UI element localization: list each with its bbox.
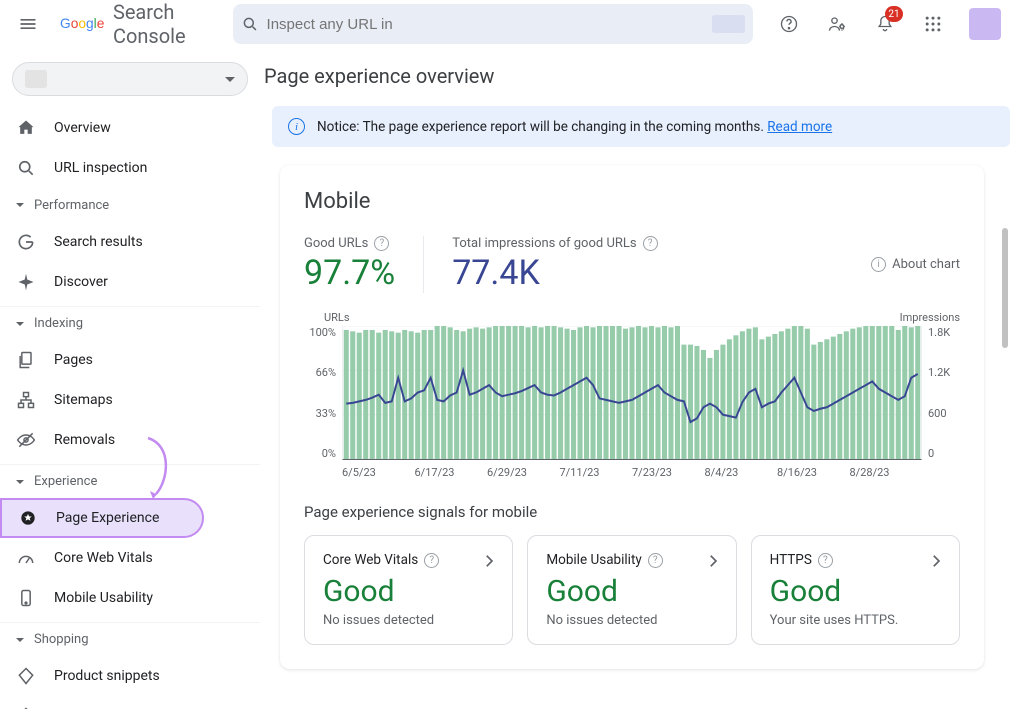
nav-label: Discover — [54, 274, 108, 290]
nav-label: Mobile Usability — [54, 590, 153, 606]
nav-overview[interactable]: Overview — [0, 108, 236, 148]
nav-product-snippets[interactable]: Product snippets — [0, 656, 236, 696]
signals-heading: Page experience signals for mobile — [304, 503, 960, 521]
nav-search-results[interactable]: Search results — [0, 222, 236, 262]
sitemap-icon — [16, 390, 36, 410]
signal-card-mobile-usability[interactable]: Mobile Usability? Good No issues detecte… — [527, 535, 736, 645]
chevron-right-icon — [927, 552, 945, 574]
y-axis-right: 1.8K1.2K6000 — [922, 326, 960, 460]
svg-text:Google: Google — [60, 16, 105, 31]
notif-badge: 21 — [885, 6, 902, 22]
mobile-experience-card: Mobile Good URLs? 97.7% Total impression… — [280, 165, 984, 669]
diamond-icon — [16, 666, 36, 686]
nav-label: Pages — [54, 352, 93, 368]
home-icon — [16, 118, 36, 138]
signal-subtext: No issues detected — [323, 613, 494, 628]
nav-pages[interactable]: Pages — [0, 340, 236, 380]
nav-label: Product snippets — [54, 668, 160, 684]
stat-good-urls: Good URLs? 97.7% — [304, 236, 424, 293]
good-urls-value: 97.7% — [304, 253, 395, 293]
y-left-label: URLs — [304, 311, 350, 324]
y-right-label: Impressions — [900, 311, 960, 324]
page-title: Page experience overview — [264, 64, 1010, 88]
section-shopping[interactable]: Shopping — [0, 622, 260, 656]
notice-text: Notice: The page experience report will … — [317, 119, 767, 135]
users-settings-icon[interactable] — [817, 4, 857, 44]
info-icon: i — [288, 118, 305, 135]
y-axis-left: 100%66%33%0% — [304, 326, 342, 460]
chevron-down-icon — [16, 203, 24, 207]
notice-read-more-link[interactable]: Read more — [767, 119, 832, 135]
pages-icon — [16, 350, 36, 370]
search-icon — [16, 158, 36, 178]
chart-canvas — [342, 326, 922, 460]
notifications-icon[interactable]: 21 — [865, 4, 905, 44]
app-name: Search Console — [113, 0, 209, 48]
signal-card-core-web-vitals[interactable]: Core Web Vitals? Good No issues detected — [304, 535, 513, 645]
apps-grid-icon[interactable] — [913, 4, 953, 44]
property-selector[interactable] — [12, 62, 248, 96]
signal-status: Good — [546, 574, 717, 609]
stat-impressions: Total impressions of good URLs? 77.4K — [452, 236, 685, 293]
chevron-down-icon — [16, 480, 24, 484]
scrollbar[interactable] — [1002, 48, 1008, 709]
info-icon: i — [871, 257, 886, 272]
speed-icon — [16, 548, 36, 568]
nav-label: Core Web Vitals — [54, 550, 153, 566]
nav-core-web-vitals[interactable]: Core Web Vitals — [0, 538, 236, 578]
chevron-down-icon — [16, 638, 24, 642]
signal-status: Good — [770, 574, 941, 609]
notice-banner: i Notice: The page experience report wil… — [272, 106, 1010, 147]
nav-discover[interactable]: Discover — [0, 262, 236, 302]
help-icon[interactable]: ? — [424, 553, 439, 568]
help-icon[interactable]: ? — [374, 236, 389, 251]
chevron-right-icon — [704, 552, 722, 574]
nav-mobile-usability[interactable]: Mobile Usability — [0, 578, 236, 618]
g-icon — [16, 232, 36, 252]
nav-merchant-listings[interactable]: Merchant listings — [0, 696, 236, 709]
app-logo[interactable]: Google Search Console — [60, 0, 209, 48]
nav-label: Removals — [54, 432, 115, 448]
nav-sitemaps[interactable]: Sitemaps — [0, 380, 236, 420]
signal-subtext: Your site uses HTTPS. — [770, 613, 941, 628]
search-icon — [241, 14, 259, 34]
medal-icon — [18, 508, 38, 528]
menu-icon[interactable] — [8, 4, 48, 44]
mobile-icon — [16, 588, 36, 608]
signal-subtext: No issues detected — [546, 613, 717, 628]
about-chart-link[interactable]: i About chart — [871, 257, 960, 272]
account-avatar[interactable] — [969, 8, 1001, 40]
nav-removals[interactable]: Removals — [0, 420, 236, 460]
nav-label: Overview — [54, 120, 111, 136]
section-performance[interactable]: Performance — [0, 188, 260, 222]
property-thumb — [25, 70, 47, 88]
nav-url-inspection[interactable]: URL inspection — [0, 148, 236, 188]
url-inspection-search[interactable] — [233, 4, 753, 44]
chevron-right-icon — [480, 552, 498, 574]
help-icon[interactable]: ? — [648, 553, 663, 568]
help-icon[interactable] — [769, 4, 809, 44]
search-domain-chip — [712, 15, 744, 33]
card-title: Mobile — [304, 189, 960, 214]
nav-page-experience[interactable]: Page Experience — [0, 498, 204, 538]
signal-status: Good — [323, 574, 494, 609]
scroll-thumb[interactable] — [1002, 228, 1008, 348]
help-icon[interactable]: ? — [643, 236, 658, 251]
google-logo-icon: Google — [60, 12, 111, 36]
impressions-value: 77.4K — [452, 253, 657, 293]
chart: URLs Impressions 100%66%33%0% 1.8K1.2K60… — [304, 311, 960, 479]
nav-label: URL inspection — [54, 160, 147, 176]
x-axis: 6/5/236/17/236/29/237/11/237/23/238/4/23… — [304, 460, 960, 479]
nav-label: Search results — [54, 234, 143, 250]
signal-card-https[interactable]: HTTPS? Good Your site uses HTTPS. — [751, 535, 960, 645]
nav-label: Sitemaps — [54, 392, 113, 408]
spark-icon — [16, 272, 36, 292]
chevron-down-icon — [16, 322, 24, 326]
help-icon[interactable]: ? — [818, 553, 833, 568]
section-indexing[interactable]: Indexing — [0, 306, 260, 340]
nav-label: Page Experience — [56, 510, 159, 526]
section-experience[interactable]: Experience — [0, 464, 260, 498]
eye-off-icon — [16, 430, 36, 450]
search-input[interactable] — [259, 15, 711, 34]
